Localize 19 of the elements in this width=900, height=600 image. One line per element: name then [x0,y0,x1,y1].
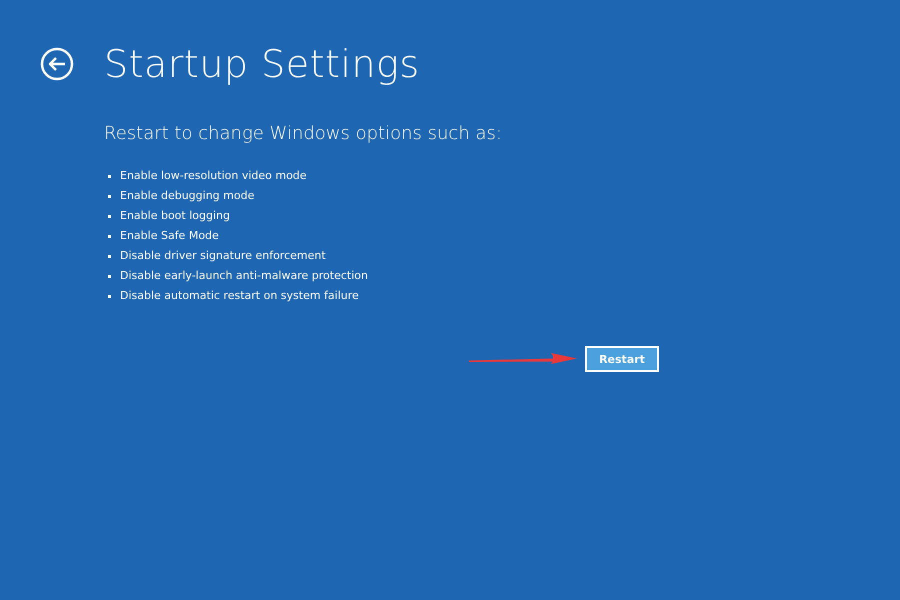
arrow-icon [469,352,577,366]
back-icon[interactable] [40,47,74,81]
option-text: Enable boot logging [120,208,230,224]
restart-button[interactable]: Restart [585,346,659,372]
bullet-icon [108,294,111,298]
option-text: Disable early-launch anti-malware protection [120,268,368,284]
option-text: Disable automatic restart on system failure [120,288,359,304]
option-text: Disable driver signature enforcement [120,248,326,264]
option-text: Enable Safe Mode [120,228,219,244]
subtitle: Restart to change Windows options such as: [104,122,503,146]
bullet-icon [108,194,111,198]
page-title: Startup Settings [104,41,420,88]
bullet-icon [108,174,111,178]
bullet-icon [108,254,111,258]
bullet-icon [108,274,111,278]
option-text: Enable debugging mode [120,188,254,204]
bullet-icon [108,234,111,238]
bullet-icon [108,214,111,218]
option-text: Enable low-resolution video mode [120,168,307,184]
